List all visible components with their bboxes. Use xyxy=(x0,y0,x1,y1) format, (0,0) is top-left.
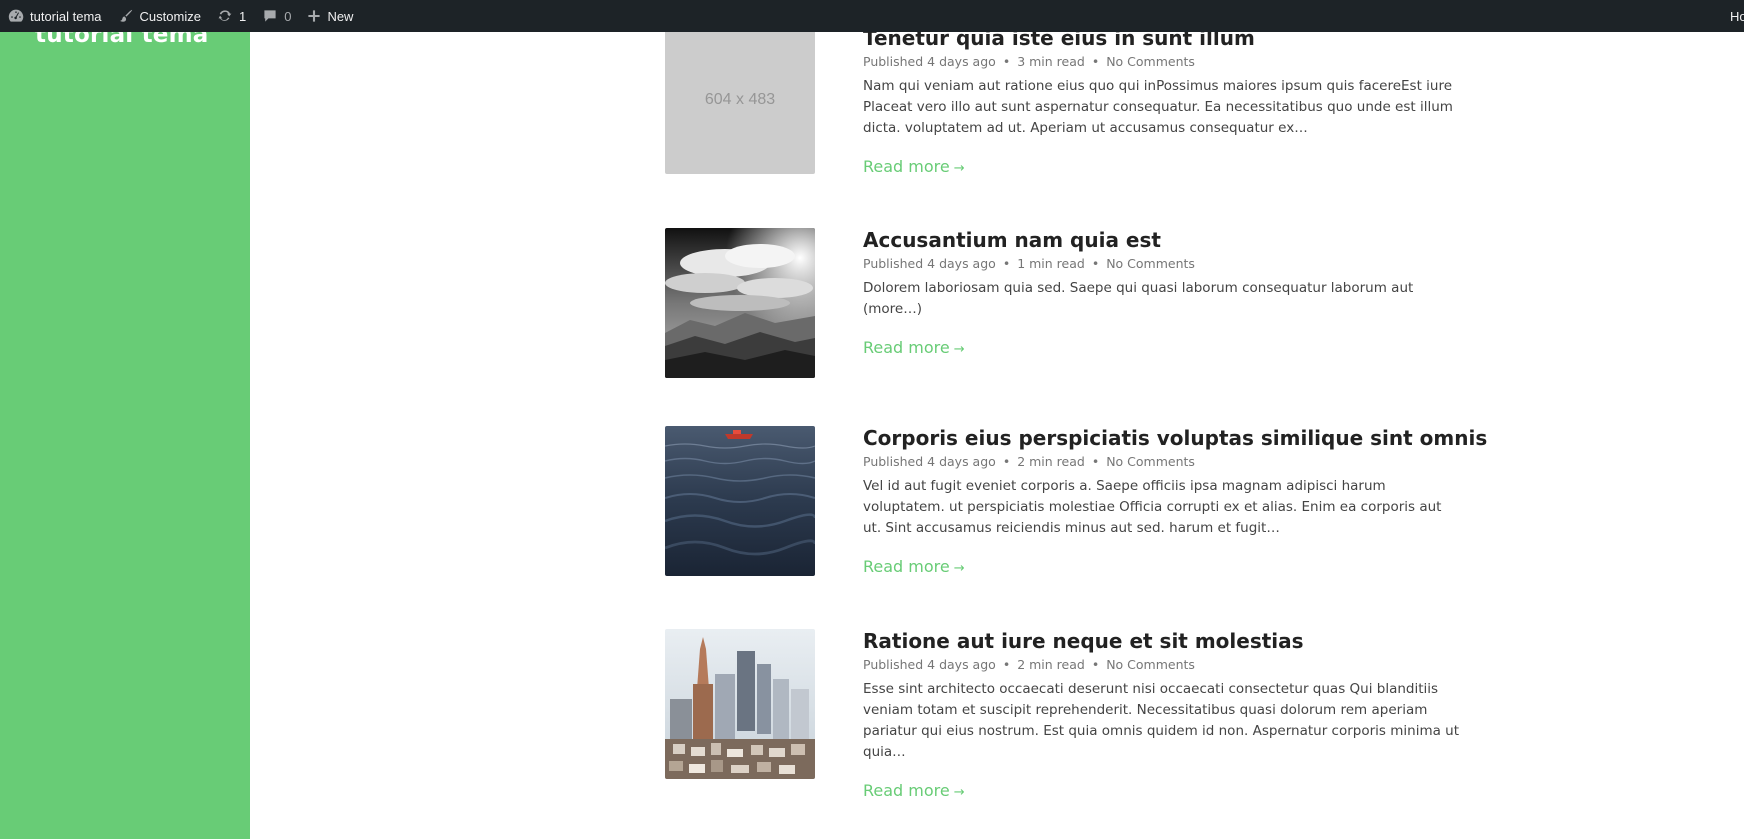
new-label: New xyxy=(327,8,354,24)
meta-separator: • xyxy=(1091,54,1100,69)
post-meta: Published 4 days ago • 1 min read • No Comme… xyxy=(863,256,1463,272)
published-date: Published 4 days ago xyxy=(863,657,996,672)
published-date: Published 4 days ago xyxy=(863,454,996,469)
new-content-link[interactable]: New xyxy=(299,0,361,32)
post-thumbnail[interactable] xyxy=(665,629,815,779)
post-excerpt: Dolorem laboriosam quia sed. Saepe qui q… xyxy=(863,280,1414,317)
post-body: Ratione aut iure neque et sit molestias … xyxy=(863,629,1463,800)
comments-link[interactable]: No Comments xyxy=(1106,256,1195,271)
customize-link[interactable]: Customize xyxy=(110,0,209,32)
arrow-right-icon: → xyxy=(953,342,965,357)
post-excerpt: Nam qui veniam aut ratione eius quo qui … xyxy=(863,78,1453,136)
post-title[interactable]: Accusantium nam quia est xyxy=(863,228,1463,252)
admin-bar: tutorial tema Customize 1 0 New Ho xyxy=(0,0,1744,32)
arrow-right-icon: → xyxy=(953,561,965,576)
post-thumbnail-placeholder[interactable]: 604 x 483 xyxy=(665,26,815,174)
read-time: 2 min read xyxy=(1017,454,1085,469)
read-more-link[interactable]: Read more → xyxy=(863,338,965,357)
post-title[interactable]: Ratione aut iure neque et sit molestias xyxy=(863,629,1463,653)
meta-separator: • xyxy=(1091,454,1100,469)
read-time: 1 min read xyxy=(1017,256,1085,271)
comment-icon xyxy=(264,10,276,22)
updates-link[interactable]: 1 xyxy=(209,0,254,32)
post-thumbnail[interactable] xyxy=(665,228,815,378)
meta-separator: • xyxy=(1002,256,1011,271)
site-name-menu[interactable]: tutorial tema xyxy=(0,0,110,32)
read-time: 2 min read xyxy=(1017,657,1085,672)
mountains-image xyxy=(665,228,815,378)
arrow-right-icon: → xyxy=(953,785,965,800)
placeholder-label: 604 x 483 xyxy=(704,91,776,108)
comments-link[interactable]: No Comments xyxy=(1106,54,1195,69)
comments-link[interactable]: 0 xyxy=(254,0,299,32)
comments-count: 0 xyxy=(284,8,292,24)
sea-image xyxy=(665,426,815,576)
paintbrush-icon xyxy=(119,9,132,22)
read-more-label: Read more xyxy=(863,781,950,800)
updates-icon xyxy=(218,10,232,21)
dashboard-icon xyxy=(8,9,24,22)
read-time: 3 min read xyxy=(1017,54,1085,69)
post-meta: Published 4 days ago • 2 min read • No Comme… xyxy=(863,454,1463,470)
post-meta: Published 4 days ago • 3 min read • No Comme… xyxy=(863,54,1463,70)
customize-label: Customize xyxy=(139,8,201,24)
updates-count: 1 xyxy=(238,8,247,24)
post-body: Corporis eius perspiciatis voluptas simi… xyxy=(863,426,1487,576)
meta-separator: • xyxy=(1091,256,1100,271)
read-more-link[interactable]: Read more → xyxy=(863,557,965,576)
sidebar: tutorial tema xyxy=(0,0,250,839)
post-body: Tenetur quia iste eius in sunt illum Pub… xyxy=(863,26,1463,176)
post-excerpt: Vel id aut fugit eveniet corporis a. Sae… xyxy=(863,478,1442,536)
post-meta: Published 4 days ago • 2 min read • No Comme… xyxy=(863,657,1463,673)
published-date: Published 4 days ago xyxy=(863,256,996,271)
read-more-link[interactable]: Read more → xyxy=(863,781,965,800)
account-label: Ho xyxy=(1730,8,1744,24)
meta-separator: • xyxy=(1002,454,1011,469)
post-title[interactable]: Corporis eius perspiciatis voluptas simi… xyxy=(863,426,1487,450)
read-more-label: Read more xyxy=(863,557,950,576)
post-body: Accusantium nam quia est Published 4 day… xyxy=(863,228,1463,357)
city-image xyxy=(665,629,815,779)
post-excerpt: Esse sint architecto occaecati deserunt … xyxy=(863,681,1460,760)
published-date: Published 4 days ago xyxy=(863,54,996,69)
account-menu[interactable]: Ho xyxy=(1730,0,1744,32)
site-name-label: tutorial tema xyxy=(30,8,102,24)
plus-icon xyxy=(308,10,321,22)
post-thumbnail[interactable] xyxy=(665,426,815,576)
comments-link[interactable]: No Comments xyxy=(1106,657,1195,672)
meta-separator: • xyxy=(1002,54,1011,69)
meta-separator: • xyxy=(1091,657,1100,672)
comments-link[interactable]: No Comments xyxy=(1106,454,1195,469)
read-more-label: Read more xyxy=(863,157,950,176)
read-more-label: Read more xyxy=(863,338,950,357)
read-more-link[interactable]: Read more → xyxy=(863,157,965,176)
meta-separator: • xyxy=(1002,657,1011,672)
arrow-right-icon: → xyxy=(953,161,965,176)
